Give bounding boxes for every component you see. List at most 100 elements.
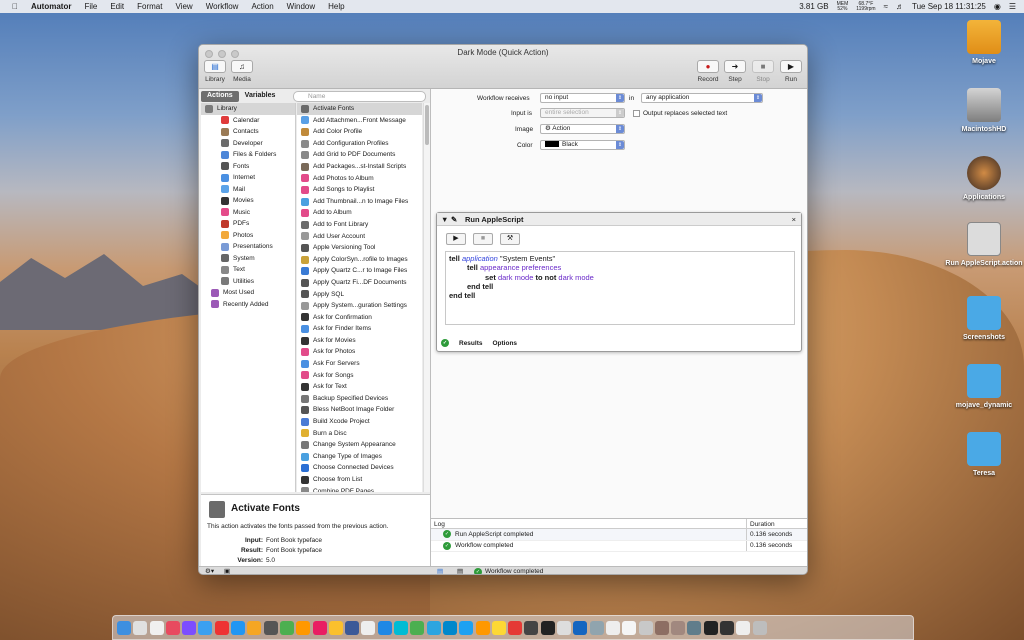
desktop-item-mojave[interactable]: Mojave	[944, 20, 1024, 65]
mem-stat[interactable]: MEM 52%	[837, 1, 849, 12]
wifi-icon[interactable]: ≈	[884, 2, 888, 11]
action-item[interactable]: Add User Account	[297, 231, 422, 243]
dock-app-icon[interactable]	[654, 620, 669, 635]
dock-app-icon[interactable]	[736, 620, 751, 635]
log-view-icon[interactable]: ▤	[457, 567, 463, 574]
action-item[interactable]: Backup Specified Devices	[297, 393, 422, 405]
duration-column-header[interactable]: Duration	[750, 521, 775, 528]
library-item[interactable]: Internet	[201, 172, 295, 184]
menu-app[interactable]: Automator	[31, 2, 71, 11]
desktop-item-macintoshhd[interactable]: MacintoshHD	[944, 88, 1024, 133]
dock-app-icon[interactable]	[410, 620, 425, 635]
log-row[interactable]: ✓ Workflow completed 0.136 seconds	[431, 540, 807, 552]
clock[interactable]: Tue Sep 18 11:31:25	[912, 2, 986, 11]
dock-app-icon[interactable]	[377, 620, 392, 635]
log-row[interactable]: ✓ Run AppleScript completed 0.136 seconds	[431, 529, 807, 541]
script-editor[interactable]: tell application "System Events" tell ap…	[445, 251, 795, 325]
dock-app-icon[interactable]	[752, 620, 767, 635]
options-toggle[interactable]: Options	[492, 340, 517, 347]
library-item[interactable]: Presentations	[201, 241, 295, 253]
action-item[interactable]: Apply Quartz Fi...DF Documents	[297, 277, 422, 289]
dock-app-icon[interactable]	[459, 620, 474, 635]
dock-app-icon[interactable]	[361, 620, 376, 635]
action-item[interactable]: Ask for Songs	[297, 370, 422, 382]
library-item[interactable]: Most Used	[201, 287, 295, 299]
action-item[interactable]: Add Configuration Profiles	[297, 138, 422, 150]
record-button[interactable]: ● Record	[697, 60, 719, 83]
action-item[interactable]: Ask for Movies	[297, 335, 422, 347]
stop-script-button[interactable]: ■	[473, 233, 493, 245]
menu-help[interactable]: Help	[328, 2, 344, 11]
library-item[interactable]: Contacts	[201, 126, 295, 138]
dock-app-icon[interactable]	[573, 620, 588, 635]
action-item[interactable]: Add Color Profile	[297, 126, 422, 138]
dock-app-icon[interactable]	[214, 620, 229, 635]
scroll-thumb[interactable]	[425, 105, 429, 145]
library-item[interactable]: Utilities	[201, 276, 295, 288]
action-item[interactable]: Apply Quartz C...r to Image Files	[297, 265, 422, 277]
library-item[interactable]: Fonts	[201, 161, 295, 173]
user-icon[interactable]: ◉	[994, 2, 1001, 11]
dock-app-icon[interactable]	[719, 620, 734, 635]
media-button[interactable]: ♫ Media	[231, 60, 253, 83]
library-item[interactable]: Developer	[201, 138, 295, 150]
dock-app-icon[interactable]	[394, 620, 409, 635]
dock-app-icon[interactable]	[687, 620, 702, 635]
library-item[interactable]: Library	[201, 103, 295, 115]
desktop-item-mojave-dynamic[interactable]: mojave_dynamic	[944, 364, 1024, 409]
gear-icon[interactable]: ⚙▾	[205, 567, 214, 574]
menu-view[interactable]: View	[175, 2, 192, 11]
dock-app-icon[interactable]	[328, 620, 343, 635]
library-item[interactable]: Text	[201, 264, 295, 276]
menu-action[interactable]: Action	[251, 2, 273, 11]
action-item[interactable]: Add to Font Library	[297, 219, 422, 231]
run-applescript-action[interactable]: ▼ ✎ Run AppleScript × ▶ ■ ⚒ tell applica…	[436, 212, 802, 352]
run-script-button[interactable]: ▶	[446, 233, 466, 245]
dock-app-icon[interactable]	[638, 620, 653, 635]
library-item[interactable]: Files & Folders	[201, 149, 295, 161]
compile-script-button[interactable]: ⚒	[500, 233, 520, 245]
action-item[interactable]: Ask for Confirmation	[297, 312, 422, 324]
volume-icon[interactable]: ♬	[896, 2, 904, 11]
action-item[interactable]: Ask for Finder Items	[297, 323, 422, 335]
dock-app-icon[interactable]	[442, 620, 457, 635]
toggle-description-icon[interactable]: ▣	[224, 567, 230, 574]
dock-app-icon[interactable]	[524, 620, 539, 635]
desktop-item-screenshots[interactable]: Screenshots	[944, 296, 1024, 341]
dock-app-icon[interactable]	[345, 620, 360, 635]
action-item[interactable]: Change Type of Images	[297, 451, 422, 463]
list-view-icon[interactable]: ▤	[437, 567, 443, 574]
dock-app-icon[interactable]	[165, 620, 180, 635]
library-item[interactable]: System	[201, 253, 295, 265]
dock-app-icon[interactable]	[133, 620, 148, 635]
desktop-item-applications[interactable]: Applications	[944, 156, 1024, 201]
dock-app-icon[interactable]	[279, 620, 294, 635]
dock-app-icon[interactable]	[671, 620, 686, 635]
dock-app-icon[interactable]	[622, 620, 637, 635]
action-item[interactable]: Add to Album	[297, 207, 422, 219]
dock-app-icon[interactable]	[491, 620, 506, 635]
dock-app-icon[interactable]	[263, 620, 278, 635]
action-item[interactable]: Apply SQL	[297, 289, 422, 301]
action-item[interactable]: Combine PDF Pages	[297, 486, 422, 492]
dock-app-icon[interactable]	[312, 620, 327, 635]
tab-variables[interactable]: Variables	[239, 91, 282, 102]
dock-app-icon[interactable]	[426, 620, 441, 635]
action-item[interactable]: Ask for Text	[297, 381, 422, 393]
dock-app-icon[interactable]	[247, 620, 262, 635]
menu-workflow[interactable]: Workflow	[206, 2, 239, 11]
library-item[interactable]: Movies	[201, 195, 295, 207]
run-button[interactable]: ▶ Run	[780, 60, 802, 83]
sensor-stat[interactable]: 68.7°F 1199rpm	[856, 1, 875, 12]
input-is-select[interactable]: entire selection ⇕	[540, 108, 625, 118]
results-toggle[interactable]: Results	[459, 340, 482, 347]
log-column-header[interactable]: Log	[434, 521, 445, 528]
memory-indicator[interactable]: 3.81 GB	[799, 2, 828, 11]
action-item[interactable]: Apply System...guration Settings	[297, 300, 422, 312]
apple-icon[interactable]: 	[12, 2, 18, 11]
color-select[interactable]: Black ⇕	[540, 140, 625, 150]
action-item[interactable]: Activate Fonts	[297, 103, 422, 115]
action-item[interactable]: Add Attachmen...Front Message	[297, 115, 422, 127]
dock-app-icon[interactable]	[149, 620, 164, 635]
menu-list-icon[interactable]: ☰	[1009, 2, 1016, 11]
